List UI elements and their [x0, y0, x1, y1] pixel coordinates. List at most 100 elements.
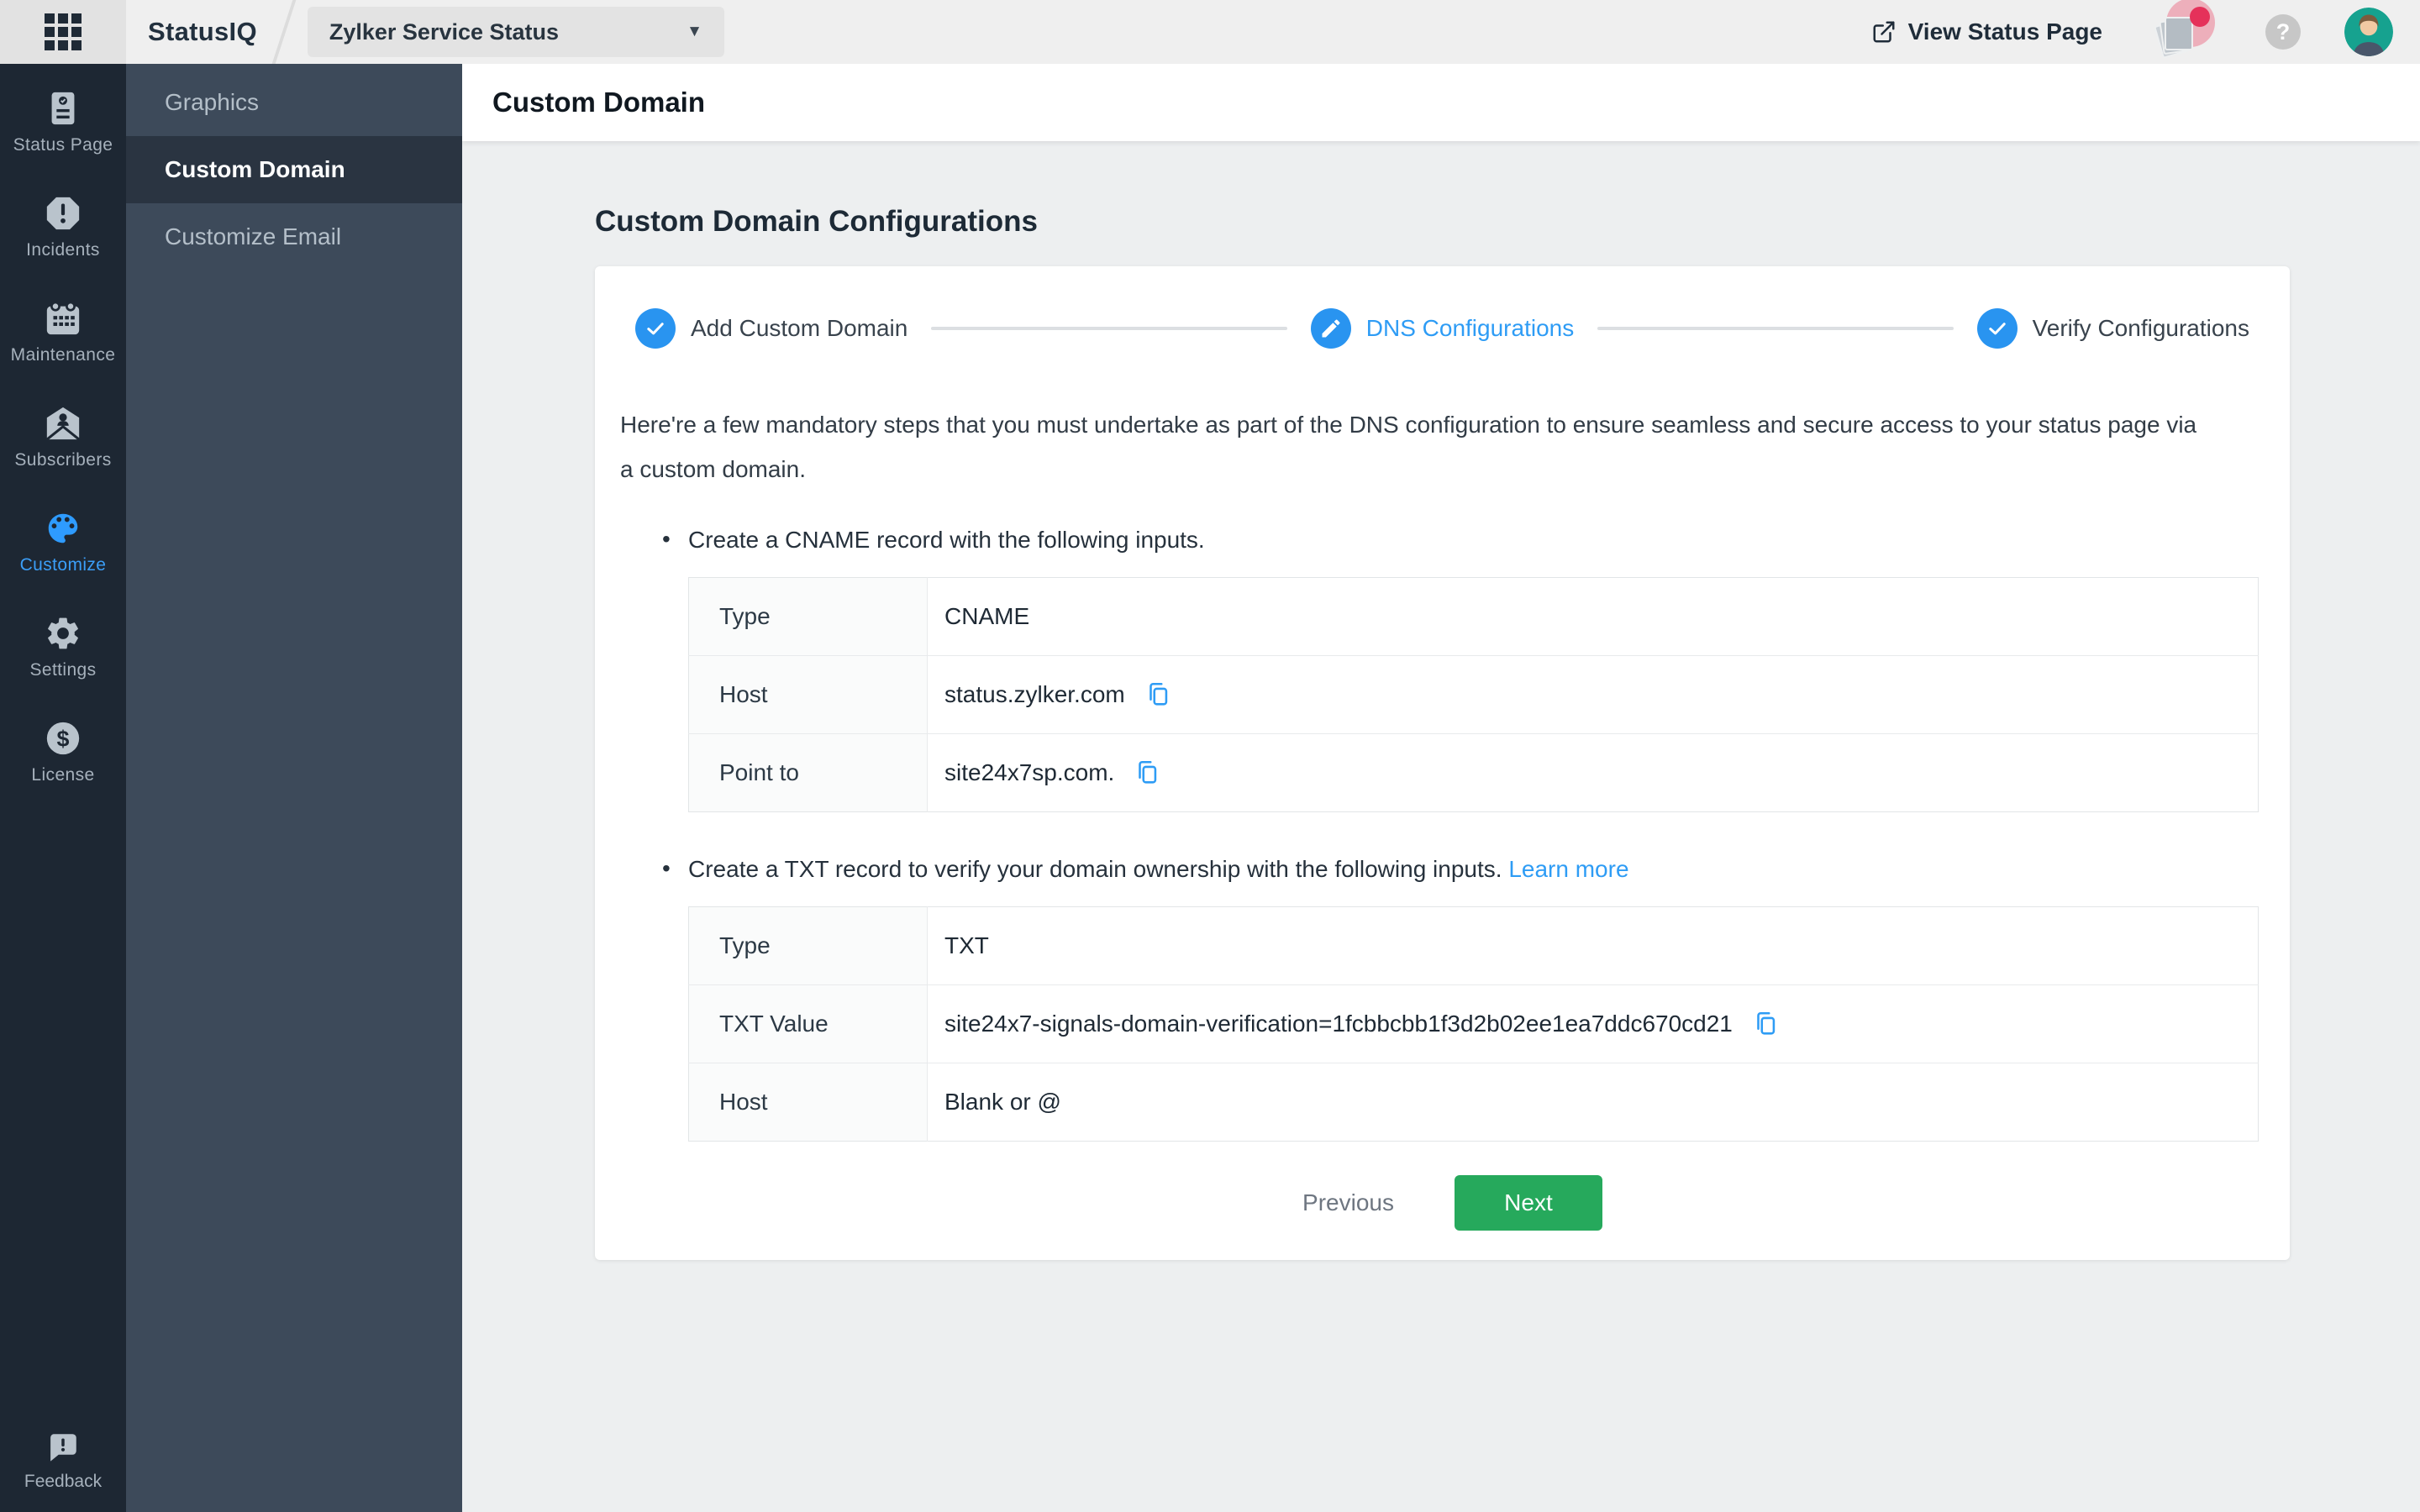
main-area: Custom Domain Custom Domain Configuratio… [462, 64, 2420, 1512]
sidebar-item-label: License [31, 765, 95, 785]
stepper-connector [931, 327, 1287, 330]
wizard-stepper: Add Custom Domain DNS Configurations Ver… [635, 266, 2249, 349]
bullet-icon: • [662, 855, 671, 881]
cname-record-table: Type CNAME Host status.zylker.com Point … [688, 577, 2259, 812]
table-row: Type CNAME [688, 577, 2259, 656]
stepper-connector [1597, 327, 1954, 330]
page-header: Custom Domain [462, 64, 2420, 141]
sidebar-item-settings[interactable]: Settings [29, 614, 96, 680]
txt-host-value: Blank or @ [944, 1089, 1061, 1115]
sidebar-item-label: Incidents [26, 240, 100, 260]
record-type-value: TXT [944, 932, 989, 958]
customize-palette-icon [48, 513, 78, 543]
txt-value: site24x7-signals-domain-verification=1fc… [944, 1011, 1733, 1037]
submenu-item-customize-email[interactable]: Customize Email [126, 203, 462, 270]
config-card: Add Custom Domain DNS Configurations Ver… [595, 266, 2290, 1260]
help-button[interactable]: ? [2265, 14, 2301, 50]
feedback-label: Feedback [24, 1472, 103, 1491]
point-to-value: site24x7sp.com. [944, 759, 1115, 785]
next-button[interactable]: Next [1454, 1175, 1602, 1231]
check-icon [647, 323, 664, 335]
table-row: TXT Value site24x7-signals-domain-verifi… [688, 984, 2259, 1063]
previous-button[interactable]: Previous [1282, 1178, 1414, 1228]
status-page-selector-value: Zylker Service Status [329, 18, 560, 45]
sidebar-item-label: Customize [19, 555, 107, 575]
table-row: Host Blank or @ [688, 1063, 2259, 1142]
whats-new-button[interactable] [2154, 0, 2215, 59]
copy-point-to-button[interactable] [1133, 759, 1161, 787]
submenu-item-custom-domain[interactable]: Custom Domain [126, 136, 462, 203]
sidebar-item-customize[interactable]: Customize [20, 509, 107, 575]
bullet-icon: • [662, 526, 671, 552]
host-value: status.zylker.com [944, 681, 1125, 707]
sidebar-item-license[interactable]: $ License [31, 719, 94, 785]
avatar-icon [2344, 8, 2393, 56]
table-row: Point to site24x7sp.com. [688, 733, 2259, 812]
step-add-custom-domain[interactable]: Add Custom Domain [635, 308, 908, 349]
step-circle [1976, 308, 2018, 349]
copy-icon [1139, 760, 1157, 784]
step-verify-configurations[interactable]: Verify Configurations [1976, 308, 2249, 349]
txt-instruction-text: Create a TXT record to verify your domai… [688, 856, 1502, 882]
feedback-icon [50, 1434, 76, 1462]
feedback-button[interactable]: Feedback [0, 1430, 126, 1492]
sidebar-item-label: Subscribers [14, 450, 112, 470]
customize-submenu: Graphics Custom Domain Customize Email [126, 64, 462, 1512]
svg-text:$: $ [57, 727, 70, 752]
step-circle [1310, 308, 1351, 349]
step-label: Add Custom Domain [691, 315, 908, 341]
step-label: DNS Configurations [1365, 315, 1575, 341]
row-value: TXT [927, 906, 2259, 985]
user-avatar[interactable] [2344, 8, 2393, 56]
row-label: TXT Value [688, 984, 928, 1063]
sidebar-item-label: Status Page [13, 135, 113, 155]
status-page-icon [51, 92, 75, 125]
waffle-icon [45, 13, 82, 50]
question-icon: ? [2275, 18, 2291, 45]
intro-text: Here're a few mandatory steps that you m… [620, 412, 2197, 482]
subscribers-icon [45, 407, 81, 441]
copy-txt-value-button[interactable] [1751, 1010, 1780, 1038]
submenu-item-graphics[interactable]: Graphics [126, 69, 462, 136]
view-status-page-link[interactable]: View Status Page [1871, 18, 2102, 45]
row-value: Blank or @ [928, 1063, 2259, 1142]
row-label: Type [688, 577, 928, 656]
content-area: Custom Domain Configurations Add Custom … [462, 141, 2420, 1512]
chevron-down-icon: ▼ [687, 23, 702, 40]
copy-icon [1149, 682, 1167, 706]
step-dns-configurations[interactable]: DNS Configurations [1310, 308, 1575, 349]
copy-icon [1757, 1011, 1776, 1035]
sidebar-item-incidents[interactable]: Incidents [26, 194, 100, 260]
copy-host-button[interactable] [1144, 680, 1172, 709]
check-icon [1988, 323, 2006, 335]
sidebar-item-label: Maintenance [10, 345, 116, 365]
txt-record-table: Type TXT TXT Value site24x7-signals-doma… [688, 906, 2259, 1142]
table-row: Type TXT [688, 906, 2259, 985]
logo-divider [271, 0, 297, 64]
incidents-icon [46, 197, 80, 230]
row-label: Type [688, 906, 928, 985]
page-header-title: Custom Domain [492, 87, 706, 118]
sidebar-item-label: Settings [29, 660, 97, 680]
learn-more-link[interactable]: Learn more [1508, 856, 1628, 882]
cname-instruction-text: Create a CNAME record with the following… [688, 527, 1205, 553]
view-status-page-label: View Status Page [1907, 18, 2102, 45]
sidebar-item-subscribers[interactable]: Subscribers [14, 404, 111, 470]
release-notes-icon [2154, 17, 2193, 59]
status-page-selector[interactable]: Zylker Service Status ▼ [307, 7, 724, 57]
table-row: Host status.zylker.com [688, 655, 2259, 734]
external-link-icon [1873, 21, 1895, 43]
row-label: Point to [688, 733, 928, 812]
maintenance-icon [46, 301, 80, 335]
notification-badge [2190, 7, 2210, 27]
topbar: StatusIQ Zylker Service Status ▼ View St… [0, 0, 2420, 64]
row-value: CNAME [927, 577, 2259, 656]
sidebar-item-status-page[interactable]: Status Page [13, 89, 113, 155]
app-grid-button[interactable] [0, 0, 126, 64]
license-dollar-icon: $ [46, 722, 80, 755]
sidebar-rail: Status Page Incidents Maintenance Subscr… [0, 64, 126, 1512]
sidebar-item-maintenance[interactable]: Maintenance [11, 299, 116, 365]
record-type-value: CNAME [944, 603, 1030, 629]
settings-gear-icon [48, 617, 78, 649]
row-value: status.zylker.com [927, 655, 2259, 734]
